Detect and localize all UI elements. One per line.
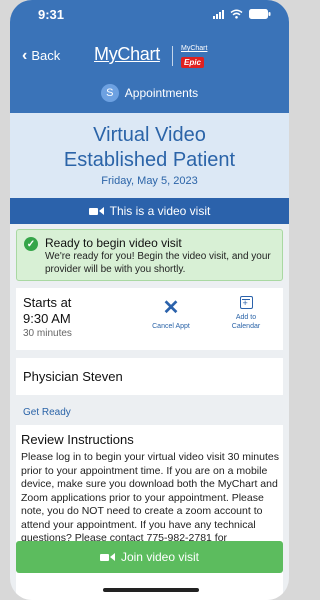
physician-name: Physician Steven bbox=[23, 369, 123, 384]
start-time: 9:30 AM bbox=[23, 311, 71, 326]
join-video-visit-button[interactable]: Join video visit bbox=[16, 541, 283, 573]
signal-icon bbox=[213, 9, 224, 19]
add-to-calendar-button[interactable]: Add to Calendar bbox=[216, 296, 276, 331]
phone-screen: 9:31 ‹ Back MyChart MyChart Epic S Appoi… bbox=[10, 0, 289, 600]
back-button[interactable]: ‹ Back bbox=[22, 47, 61, 64]
calendar-label: Add to Calendar bbox=[231, 314, 261, 330]
review-title: Review Instructions bbox=[21, 432, 134, 447]
ready-message: We're ready for you! Begin the video vis… bbox=[45, 251, 271, 275]
duration: 30 minutes bbox=[23, 328, 72, 339]
section-label: Appointments bbox=[124, 86, 199, 100]
visit-header: Virtual Video Established Patient Friday… bbox=[10, 113, 289, 198]
wifi-icon bbox=[230, 9, 243, 19]
visit-date: Friday, May 5, 2023 bbox=[101, 175, 198, 187]
video-camera-icon bbox=[88, 207, 104, 215]
cancel-label: Cancel Appt bbox=[152, 323, 190, 330]
join-label: Join video visit bbox=[120, 550, 200, 564]
video-visit-banner: This is a video visit bbox=[10, 198, 289, 224]
visit-title: Virtual Video Established Patient bbox=[63, 124, 236, 171]
battery-icon bbox=[249, 9, 271, 19]
logo-divider bbox=[172, 46, 173, 66]
appointment-time-card: Starts at 9:30 AM 30 minutes ✕ Cancel Ap… bbox=[16, 288, 283, 350]
review-body: Please log in to begin your virtual vide… bbox=[21, 451, 279, 544]
nav-bar: ‹ Back MyChart MyChart Epic bbox=[10, 44, 289, 70]
video-camera-icon bbox=[99, 553, 115, 561]
mychart-logo: MyChart bbox=[94, 44, 160, 64]
home-indicator[interactable] bbox=[103, 588, 199, 592]
section-badge: S bbox=[100, 84, 119, 102]
chevron-left-icon: ‹ bbox=[22, 47, 28, 64]
top-bar: 9:31 ‹ Back MyChart MyChart Epic S Appoi… bbox=[10, 0, 289, 113]
epic-logo: MyChart Epic bbox=[181, 45, 208, 68]
check-circle-icon: ✓ bbox=[24, 237, 38, 251]
review-instructions-card: Review Instructions Please log in to beg… bbox=[16, 425, 283, 600]
video-banner-label: This is a video visit bbox=[109, 204, 211, 218]
ready-alert: ✓ Ready to begin video visit We're ready… bbox=[16, 229, 283, 281]
status-time: 9:31 bbox=[38, 7, 65, 22]
section-tag: S Appointments bbox=[10, 84, 289, 102]
back-label: Back bbox=[31, 48, 61, 63]
close-icon: ✕ bbox=[162, 297, 180, 319]
ready-title: Ready to begin video visit bbox=[45, 236, 182, 250]
get-ready-heading: Get Ready bbox=[23, 407, 71, 418]
system-icons bbox=[213, 9, 271, 19]
physician-card[interactable]: Physician Steven bbox=[16, 358, 283, 395]
starts-label: Starts at bbox=[23, 295, 72, 310]
cancel-appointment-button[interactable]: ✕ Cancel Appt bbox=[141, 298, 201, 331]
calendar-add-icon bbox=[239, 296, 253, 309]
status-bar: 9:31 bbox=[10, 0, 289, 34]
